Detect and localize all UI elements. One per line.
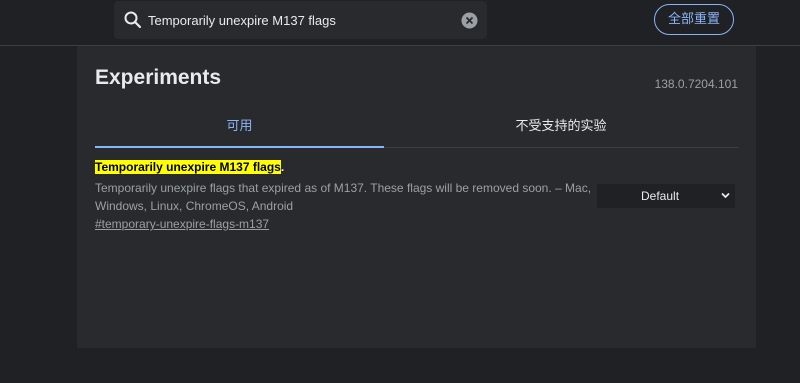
clear-icon[interactable] bbox=[461, 12, 478, 29]
search-icon bbox=[124, 11, 142, 29]
flag-state-value: Default bbox=[641, 189, 680, 203]
flag-title: Temporarily unexpire M137 flags. bbox=[95, 160, 738, 175]
tab-unavailable[interactable]: 不受支持的实验 bbox=[384, 110, 738, 147]
page-title: Experiments bbox=[95, 66, 222, 89]
flag-state-select[interactable]: Default bbox=[597, 184, 735, 208]
top-bar: 全部重置 bbox=[0, 0, 800, 46]
tab-available[interactable]: 可用 bbox=[95, 110, 384, 148]
search-input[interactable] bbox=[148, 1, 448, 39]
version-label: 138.0.7204.101 bbox=[654, 77, 738, 91]
chevron-down-icon bbox=[721, 192, 730, 199]
flag-name: Temporarily unexpire M137 flags bbox=[95, 160, 281, 174]
flag-permalink[interactable]: #temporary-unexpire-flags-m137 bbox=[95, 217, 269, 231]
tab-bar: 可用 不受支持的实验 bbox=[95, 110, 738, 148]
flag-name-suffix: . bbox=[280, 160, 285, 174]
flag-description: Temporarily unexpire flags that expired … bbox=[95, 181, 592, 213]
search-box[interactable] bbox=[114, 1, 487, 39]
reset-all-button[interactable]: 全部重置 bbox=[654, 4, 734, 35]
